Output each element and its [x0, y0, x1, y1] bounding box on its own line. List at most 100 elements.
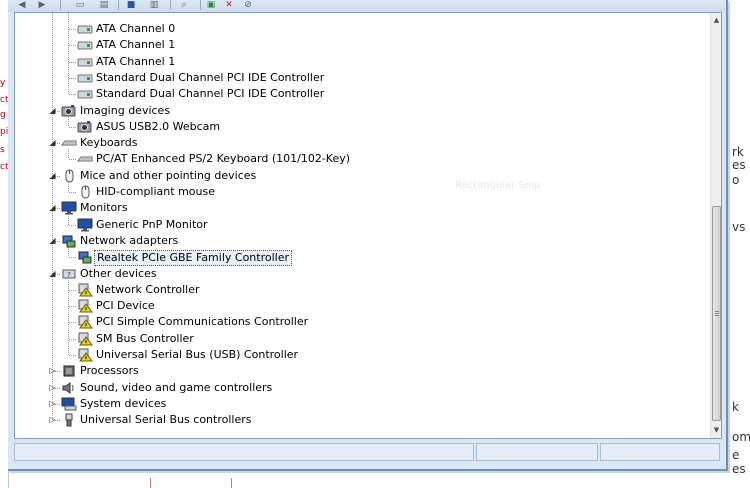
tree-device[interactable]: ASUS USB2.0 Webcam [15, 119, 705, 135]
tree-device[interactable]: Standard Dual Channel PCI IDE Controller [15, 86, 705, 102]
tree-guide-line [69, 225, 77, 226]
show-hidden-icon[interactable]: ▥ [146, 0, 162, 10]
device-tree[interactable]: ATA Channel 0 ATA Channel 1 ATA Channel 1S… [14, 12, 722, 439]
tree-device[interactable]: Universal Serial Bus (USB) Controller [15, 347, 705, 363]
disable-icon[interactable]: ⊘ [240, 0, 256, 10]
tree-category[interactable]: ◢ Mice and other pointing devices [15, 168, 705, 184]
tree-device[interactable]: HID-compliant mouse [15, 184, 705, 200]
console-tree-icon[interactable]: ▭ [72, 0, 88, 10]
tree-device-label[interactable]: PCI Simple Communications Controller [94, 314, 310, 330]
device-manager-window: ◀ ▶ ▭ ▤ ■ ▥ ⌕ ▣ ✕ ⊘ ATA Channel 0 ATA Cha… [8, 0, 728, 471]
keyboard-icon [61, 136, 77, 150]
tree-category[interactable]: ◢ Network adapters [15, 233, 705, 249]
collapse-arrow-icon[interactable]: ◢ [48, 171, 57, 180]
forward-icon[interactable]: ▶ [34, 0, 50, 10]
tree-device[interactable]: SM Bus Controller [15, 331, 705, 347]
tree-device[interactable]: Generic PnP Monitor [15, 217, 705, 233]
collapse-arrow-icon[interactable]: ◢ [48, 138, 57, 147]
tree-category[interactable]: ▷ Processors [15, 363, 705, 379]
tree-device-label[interactable]: HID-compliant mouse [94, 184, 217, 200]
background-text-fragment: es [732, 462, 746, 476]
tree-category[interactable]: ◢? Other devices [15, 266, 705, 282]
tree-device-label[interactable]: Network Controller [94, 282, 202, 298]
tree-device[interactable]: Network Controller [15, 282, 705, 298]
monitor-icon [77, 218, 93, 232]
tree-guide-line [69, 306, 77, 307]
tree-device-label[interactable]: Universal Serial Bus (USB) Controller [94, 347, 300, 363]
tree-guide-line [69, 339, 77, 340]
ide-channel-icon [77, 22, 93, 36]
mouse-icon [77, 185, 93, 199]
scroll-up-arrow-icon[interactable]: ▲ [711, 15, 721, 26]
tree-device[interactable]: Standard Dual Channel PCI IDE Controller [15, 70, 705, 86]
tree-category[interactable]: ◢ Keyboards [15, 135, 705, 151]
tree-category[interactable]: ▷ Universal Serial Bus controllers [15, 412, 705, 428]
back-icon[interactable]: ◀ [14, 0, 30, 10]
tree-guide-line [69, 159, 77, 160]
tree-device-label[interactable]: ATA Channel 0 [94, 21, 177, 37]
vertical-scrollbar[interactable]: ▲ ▼ [710, 13, 721, 438]
tree-device-label[interactable]: Standard Dual Channel PCI IDE Controller [94, 86, 326, 102]
keyboard-icon [77, 152, 93, 166]
collapse-arrow-icon[interactable]: ◢ [48, 236, 57, 245]
tree-device-label[interactable]: Standard Dual Channel PCI IDE Controller [94, 70, 326, 86]
expand-arrow-icon[interactable]: ▷ [48, 399, 57, 408]
expand-arrow-icon[interactable]: ▷ [48, 366, 57, 375]
tree-device[interactable]: ATA Channel 0 [15, 21, 705, 37]
tree-device[interactable]: Realtek PCIe GBE Family Controller [15, 249, 705, 266]
tree-device-label[interactable]: ATA Channel 1 [94, 54, 177, 70]
tree-category-label[interactable]: System devices [78, 396, 168, 412]
network-adapter-icon [77, 250, 93, 264]
tree-guide-line [69, 257, 77, 258]
tree-category-label[interactable]: Network adapters [78, 233, 180, 249]
tree-guide-line [69, 78, 77, 79]
tree-category-label[interactable]: Keyboards [78, 135, 139, 151]
speaker-icon [61, 381, 77, 395]
collapse-arrow-icon[interactable]: ◢ [48, 269, 57, 278]
scrollbar-thumb[interactable] [712, 206, 721, 421]
tree-category-label[interactable]: Mice and other pointing devices [78, 168, 258, 184]
tree-category[interactable]: ▷ Sound, video and game controllers [15, 380, 705, 396]
tree-category[interactable]: ◢ Monitors [15, 200, 705, 216]
tree-guide-line [69, 192, 77, 193]
tree-device[interactable]: PCI Device [15, 298, 705, 314]
tree-category-label[interactable]: Processors [78, 363, 141, 379]
expand-arrow-icon[interactable]: ▷ [48, 415, 57, 424]
tree-device-label[interactable]: PC/AT Enhanced PS/2 Keyboard (101/102-Ke… [94, 151, 352, 167]
tree-category[interactable]: ▷ System devices [15, 396, 705, 412]
background-text-fragment: s [0, 145, 5, 155]
help-icon[interactable]: ■ [124, 0, 138, 10]
warning-device-icon [77, 315, 93, 329]
background-text-fragment: es [732, 158, 746, 172]
tree-device-label[interactable]: Generic PnP Monitor [94, 217, 210, 233]
tree-device[interactable]: ATA Channel 1 [15, 54, 705, 70]
ghost-snip-text: Rectangular Snip [455, 180, 541, 191]
collapse-arrow-icon[interactable]: ◢ [48, 203, 57, 212]
tree-category-label[interactable]: Imaging devices [78, 103, 172, 119]
tree-device-label[interactable]: ASUS USB2.0 Webcam [94, 119, 222, 135]
properties-icon[interactable]: ▤ [96, 0, 112, 10]
tree-device[interactable]: ATA Channel 1 [15, 37, 705, 53]
tree-device-label[interactable]: ATA Channel 1 [94, 37, 177, 53]
uninstall-icon[interactable]: ✕ [222, 0, 236, 10]
warning-device-icon [77, 332, 93, 346]
tree-device-label[interactable]: Realtek PCIe GBE Family Controller [94, 250, 293, 266]
tree-category-label[interactable]: Other devices [78, 266, 159, 282]
tree-category-label[interactable]: Sound, video and game controllers [78, 380, 274, 396]
tree-category-label[interactable]: Universal Serial Bus controllers [78, 412, 253, 428]
tree-device-label[interactable]: SM Bus Controller [94, 331, 196, 347]
tree-category-label[interactable]: Monitors [78, 200, 130, 216]
svg-text:?: ? [67, 271, 71, 279]
tree-device[interactable]: PCI Simple Communications Controller [15, 314, 705, 330]
tree-device-label[interactable]: PCI Device [94, 298, 157, 314]
tree-guide-line [69, 94, 77, 95]
scan-hardware-icon[interactable]: ⌕ [176, 0, 192, 10]
tree-device[interactable]: PC/AT Enhanced PS/2 Keyboard (101/102-Ke… [15, 151, 705, 167]
scroll-down-arrow-icon[interactable]: ▼ [711, 425, 721, 436]
tree-category[interactable]: ◢ Imaging devices [15, 103, 705, 119]
system-device-icon [61, 397, 77, 411]
collapse-arrow-icon[interactable]: ◢ [48, 106, 57, 115]
expand-arrow-icon[interactable]: ▷ [48, 383, 57, 392]
update-driver-icon[interactable]: ▣ [204, 0, 218, 10]
warning-device-icon [77, 283, 93, 297]
